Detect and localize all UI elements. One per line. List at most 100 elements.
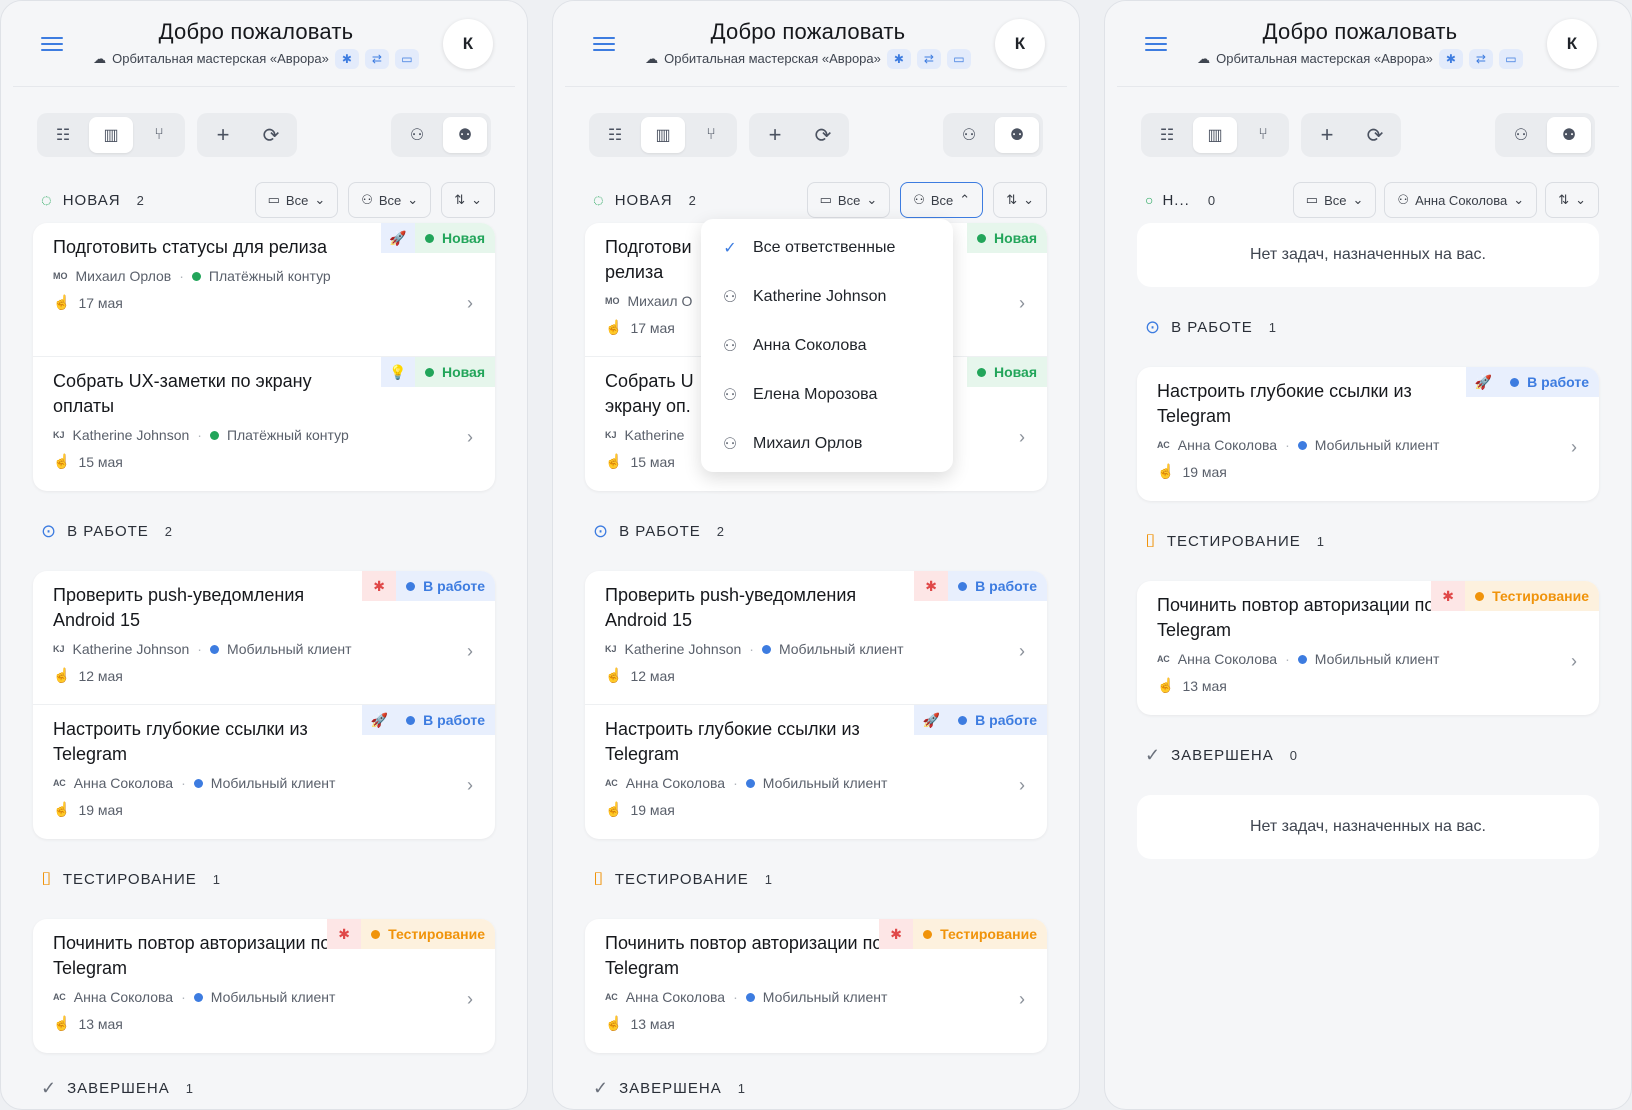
assignee-filter[interactable]: ⚇ Анна Соколова ⌄ [1384, 182, 1538, 218]
swap-icon[interactable]: ⇄ [916, 48, 941, 69]
task-card[interactable]: ✱ Тестирование Починить повтор авторизац… [1137, 581, 1599, 715]
chevron-down-icon: ⌄ [1513, 192, 1525, 207]
avatar[interactable]: К [995, 18, 1045, 69]
kanban-icon[interactable]: ▥ [89, 117, 133, 153]
user-icon[interactable]: ⚇ [947, 117, 991, 153]
chevron-down-icon: ⌄ [314, 192, 326, 207]
dropdown-item-all[interactable]: ✓ Все ответственные [701, 223, 953, 272]
refresh-icon[interactable]: ⟳ [249, 117, 293, 153]
task-date: 15 мая [78, 453, 123, 470]
chevron-down-icon: ⌄ [866, 192, 878, 207]
hand-icon: ☝ [53, 801, 71, 817]
bug-icon: ✱ [362, 571, 397, 601]
task-title: Настроить глубокие ссылки из Telegram [53, 719, 308, 764]
branch-icon[interactable]: ⑂ [137, 117, 181, 153]
scope-filter[interactable]: ▭ Все ⌄ [806, 182, 891, 218]
workspace-name[interactable]: Орбитальная мастерская «Аврора» [664, 51, 881, 66]
branch-icon[interactable]: ⑂ [689, 117, 733, 153]
chevron-down-icon: ⌄ [471, 192, 482, 207]
task-card[interactable]: 🚀 Новая Подготовить статусы для релиза М… [33, 223, 495, 357]
sort-button[interactable]: ⇅ ⌄ [441, 182, 495, 218]
sort-icon: ⇅ [1006, 192, 1018, 207]
task-card[interactable]: 🚀 В работе Настроить глубокие ссылки из … [585, 705, 1047, 839]
status-badge: Новая [966, 223, 1047, 253]
swap-icon[interactable]: ⇄ [364, 48, 389, 69]
sort-button[interactable]: ⇅ ⌄ [1545, 182, 1599, 218]
status-new-count: 2 [136, 192, 145, 208]
task-project: Мобильный клиент [1314, 651, 1440, 667]
section-testing[interactable]: ⌷ ТЕСТИРОВАНИЕ 1 [1, 839, 527, 919]
plus-icon[interactable]: + [1305, 117, 1349, 153]
scope-filter[interactable]: ▭ Все ⌄ [254, 182, 339, 218]
dropdown-item-katherine[interactable]: ⚇ Katherine Johnson [701, 272, 953, 321]
play-circle-icon: ⊙ [1145, 316, 1162, 337]
avatar[interactable]: К [443, 18, 493, 69]
kanban-icon[interactable]: ▥ [1193, 117, 1237, 153]
section-in-progress[interactable]: ⊙ В РАБОТЕ 2 [553, 491, 1079, 571]
refresh-icon[interactable]: ⟳ [801, 117, 845, 153]
chat-icon[interactable]: ▭ [946, 48, 971, 69]
sync-icon[interactable]: ✱ [334, 48, 359, 69]
sync-icon[interactable]: ✱ [886, 48, 911, 69]
assignee-filter[interactable]: ⚇ Все ⌄ [348, 182, 432, 218]
users-icon[interactable]: ⚉ [1547, 117, 1591, 153]
plus-icon[interactable]: + [753, 117, 797, 153]
user-icon[interactable]: ⚇ [395, 117, 439, 153]
avatar[interactable]: К [1547, 18, 1597, 69]
section-testing[interactable]: ⌷ ТЕСТИРОВАНИЕ 1 [553, 839, 1079, 919]
task-card[interactable]: 🚀 В работе Настроить глубокие ссылки из … [33, 705, 495, 839]
status-badge: Новая [414, 357, 495, 387]
section-in-progress[interactable]: ⊙ В РАБОТЕ 2 [1, 491, 527, 571]
task-card[interactable]: 🚀 В работе Настроить глубокие ссылки из … [1137, 367, 1599, 501]
sort-button[interactable]: ⇅ ⌄ [993, 182, 1047, 218]
status-badge: Новая [414, 223, 495, 253]
dropdown-item-anna[interactable]: ⚇ Анна Соколова [701, 321, 953, 370]
list-icon[interactable]: ☷ [1145, 117, 1189, 153]
hand-icon: ☝ [605, 667, 623, 683]
section-done[interactable]: ✓ ЗАВЕРШЕНА 0 [1105, 715, 1631, 795]
workspace-name[interactable]: Орбитальная мастерская «Аврора» [1216, 51, 1433, 66]
branch-icon[interactable]: ⑂ [1241, 117, 1285, 153]
chat-icon[interactable]: ▭ [1498, 48, 1523, 69]
section-in-progress[interactable]: ⊙ В РАБОТЕ 1 [1105, 287, 1631, 367]
dropdown-item-mikhail[interactable]: ⚇ Михаил Орлов [701, 419, 953, 468]
task-card[interactable]: ✱ Тестирование Починить повтор авторизац… [585, 919, 1047, 1053]
refresh-icon[interactable]: ⟳ [1353, 117, 1397, 153]
assignee-filter[interactable]: ⚇ Все ⌃ [900, 182, 984, 218]
view-toolbar: ☷ ▥ ⑂ + ⟳ ⚇ ⚉ [553, 87, 1079, 157]
task-card[interactable]: ✱ В работе Проверить push-уведомления An… [33, 571, 495, 705]
list-icon[interactable]: ☷ [593, 117, 637, 153]
chat-icon[interactable]: ▭ [394, 48, 419, 69]
users-icon[interactable]: ⚉ [443, 117, 487, 153]
kanban-icon[interactable]: ▥ [641, 117, 685, 153]
section-done[interactable]: ✓ ЗАВЕРШЕНА 1 [1, 1053, 527, 1109]
task-card[interactable]: ✱ В работе Проверить push-уведомления An… [585, 571, 1047, 705]
chevron-right-icon: › [1019, 775, 1025, 795]
sync-icon[interactable]: ✱ [1438, 48, 1463, 69]
plus-icon[interactable]: + [201, 117, 245, 153]
task-card[interactable]: 💡 Новая Собрать UX-заметки по экрану опл… [33, 357, 495, 491]
chevron-right-icon: › [1019, 641, 1025, 661]
list-icon[interactable]: ☷ [41, 117, 85, 153]
menu-icon[interactable] [1145, 36, 1167, 51]
menu-icon[interactable] [41, 36, 63, 51]
workspace-name[interactable]: Орбитальная мастерская «Аврора» [112, 51, 329, 66]
section-testing[interactable]: ⌷ ТЕСТИРОВАНИЕ 1 [1105, 501, 1631, 581]
hand-icon: ☝ [605, 801, 623, 817]
task-project: Мобильный клиент [762, 775, 888, 791]
users-icon[interactable]: ⚉ [995, 117, 1039, 153]
user-icon[interactable]: ⚇ [1499, 117, 1543, 153]
menu-icon[interactable] [593, 36, 615, 51]
hand-icon: ☝ [1157, 463, 1175, 479]
chevron-down-icon: ⌄ [407, 192, 419, 207]
scope-filter[interactable]: ▭ Все ⌄ [1292, 182, 1377, 218]
hand-icon: ☝ [1157, 677, 1175, 693]
swap-icon[interactable]: ⇄ [1468, 48, 1493, 69]
play-circle-icon: ⊙ [41, 520, 58, 541]
section-done[interactable]: ✓ ЗАВЕРШЕНА 1 [553, 1053, 1079, 1109]
task-title: Настроить глубокие ссылки из Telegram [1157, 381, 1412, 426]
task-card[interactable]: ✱ Тестирование Починить повтор авторизац… [33, 919, 495, 1053]
status-badge: Тестирование [1465, 581, 1599, 611]
dropdown-item-elena[interactable]: ⚇ Елена Морозова [701, 370, 953, 419]
task-project: Платёжный контур [208, 268, 331, 284]
